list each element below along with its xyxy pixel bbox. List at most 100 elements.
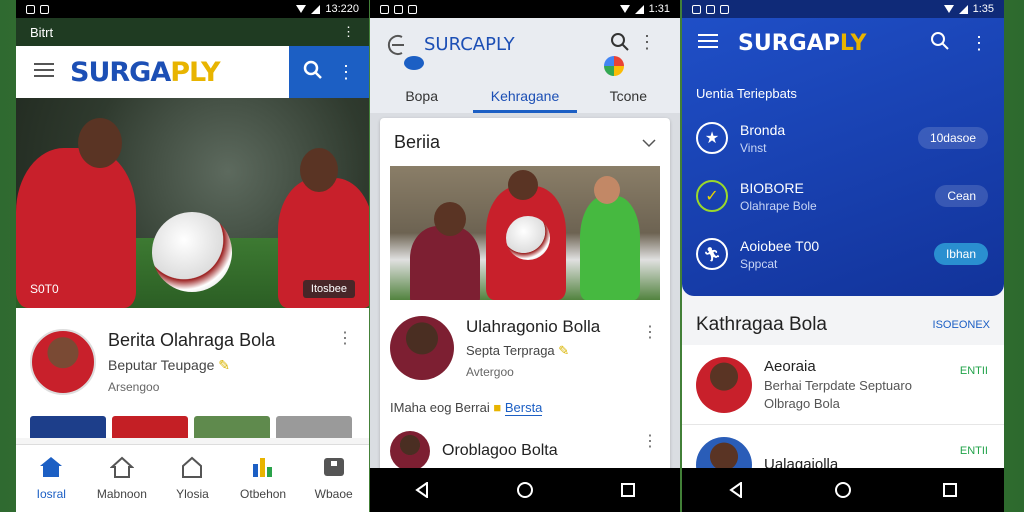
news-card[interactable]: Berita Olahraga Bola Beputar Teupage ✎ A… [16, 308, 369, 416]
color-wheel-icon[interactable] [604, 56, 624, 76]
runner-icon: 🏃︎ [696, 238, 728, 270]
house-alt-icon [180, 456, 204, 481]
thumbnail[interactable] [30, 416, 106, 438]
featured-item[interactable]: 🏃︎ Aoiobee T00 Sppcat Ibhan [682, 225, 1004, 283]
card-title: Beriia [394, 131, 441, 152]
more-icon[interactable]: ⋮ [642, 431, 658, 451]
top-strip: Bitrt ⋮ [16, 18, 369, 46]
nav-item-home[interactable]: Iosral [16, 445, 87, 512]
notification-icon [394, 4, 403, 14]
pencil-icon: ✎ [218, 357, 231, 373]
more-icon[interactable]: ⋮ [337, 62, 355, 83]
system-navbar [682, 468, 1004, 512]
system-navbar [370, 468, 680, 512]
row-title: Ulahragonio Bolla [466, 317, 601, 336]
item-sub: Olbrago Bola [764, 396, 840, 411]
featured-item[interactable]: ✓ BIOBORE Olahrape Bole Cean [682, 167, 1004, 225]
recents-icon[interactable] [935, 475, 965, 505]
nav-item-3[interactable]: Ylosia [157, 445, 228, 512]
hero-caption: S0T0 [30, 282, 59, 296]
thumbnail[interactable] [194, 416, 270, 438]
more-icon[interactable]: ⋮ [337, 328, 353, 348]
house-outline-icon [109, 456, 135, 481]
item-pill[interactable]: Cean [935, 185, 988, 207]
card-title: Berita Olahraga Bola [108, 330, 276, 350]
tab-1[interactable]: Bopa [370, 79, 473, 113]
phone-2-screen: 1:31 SURCAPLY ⋮ Bopa Kehragane Tcone Ber… [370, 0, 680, 512]
featured-item[interactable]: ★ Bronda Vinst 10dasoe [682, 109, 1004, 167]
bottom-navigation: Iosral Mabnoon Ylosia Otbehon Wbaoe [16, 444, 369, 512]
tab-3[interactable]: Tcone [577, 79, 680, 113]
tab-2[interactable]: Kehragane [473, 79, 577, 113]
search-icon[interactable] [930, 31, 950, 56]
avatar [390, 316, 454, 380]
signal-icon [311, 4, 321, 14]
featured-panel: SURGAPLY ⋮ Uentia Teriepbats ★ Bronda Vin… [682, 18, 1004, 296]
player-head [300, 148, 338, 192]
check-icon: ✓ [696, 180, 728, 212]
app-title: SURCAPLY [424, 34, 515, 55]
notification-icon [720, 4, 729, 14]
chevron-down-icon[interactable] [642, 132, 656, 153]
more-icon[interactable]: ⋮ [642, 322, 658, 342]
card-header[interactable]: Beriia [380, 118, 670, 166]
wifi-icon [296, 5, 307, 13]
menu-icon[interactable] [34, 62, 54, 82]
notification-icon [408, 4, 417, 14]
hero-image[interactable]: S0T0 Itosbee [16, 98, 369, 308]
home-icon[interactable] [510, 475, 540, 505]
status-bar: 13:220 [16, 0, 369, 18]
thumbnail[interactable] [112, 416, 188, 438]
news-row[interactable]: Oroblagoo Bolta ⋮ [380, 415, 670, 471]
section-title: Uentia Teriepbats [696, 86, 797, 101]
avatar [30, 329, 96, 395]
thumbnail[interactable] [276, 416, 352, 438]
avatar [696, 356, 752, 413]
tag-link[interactable]: Bersta [504, 400, 543, 416]
app-bar: SURGAPLY ⋮ [682, 18, 1004, 68]
app-bar: SURGAPLY ⋮ [16, 46, 369, 98]
home-icon[interactable] [828, 475, 858, 505]
news-row[interactable]: Ulahragonio Bolla Septa Terpraga ✎ Avter… [380, 300, 670, 380]
back-icon[interactable] [407, 475, 437, 505]
list-item[interactable]: Aeoraia Berhai Terpdate Septuaro Olbrago… [682, 345, 1004, 425]
player-head [78, 118, 122, 168]
item-sub: Vinst [740, 140, 767, 155]
nav-item-4[interactable]: Otbehon [228, 445, 299, 512]
recents-icon[interactable] [613, 475, 643, 505]
item-title: Aoiobee T00 [740, 237, 820, 254]
app-bar: SURCAPLY ⋮ Bopa Kehragane Tcone [370, 18, 680, 113]
see-all-link[interactable]: ISOEONEX [933, 319, 990, 331]
item-tag: ENTII [959, 365, 988, 377]
more-icon[interactable]: ⋮ [342, 24, 355, 40]
card-subtitle: Beputar Teupage ✎ [108, 357, 231, 373]
news-image[interactable] [390, 166, 660, 300]
menu-icon[interactable] [698, 33, 718, 53]
player-figure [410, 226, 480, 300]
notification-icon [40, 4, 49, 14]
back-icon[interactable] [721, 475, 751, 505]
item-title: Bronda [740, 121, 786, 138]
row-meta: Avtergoo [466, 365, 514, 379]
row-title: Oroblagoo Bolta [442, 442, 558, 459]
back-icon[interactable] [386, 34, 408, 61]
search-icon[interactable] [610, 32, 630, 57]
item-pill[interactable]: Ibhan [933, 243, 988, 265]
item-title: BIOBORE [740, 179, 804, 196]
search-icon[interactable] [303, 60, 323, 85]
home-icon [39, 456, 63, 481]
notification-icon [380, 4, 389, 14]
player-head [508, 170, 538, 200]
wifi-icon [943, 5, 954, 13]
more-icon[interactable]: ⋮ [970, 33, 988, 54]
list-title: Kathragaa Bola [696, 314, 827, 335]
item-pill[interactable]: 10dasoe [917, 127, 988, 149]
more-icon[interactable]: ⋮ [638, 32, 656, 53]
tab-bar: Bopa Kehragane Tcone [370, 79, 680, 113]
hero-badge[interactable]: Itosbee [302, 280, 355, 298]
avatar [390, 431, 430, 471]
nav-item-2[interactable]: Mabnoon [87, 445, 158, 512]
status-time: 13:220 [325, 3, 359, 15]
nav-item-5[interactable]: Wbaoe [298, 445, 369, 512]
top-strip-label: Bitrt [30, 24, 54, 40]
